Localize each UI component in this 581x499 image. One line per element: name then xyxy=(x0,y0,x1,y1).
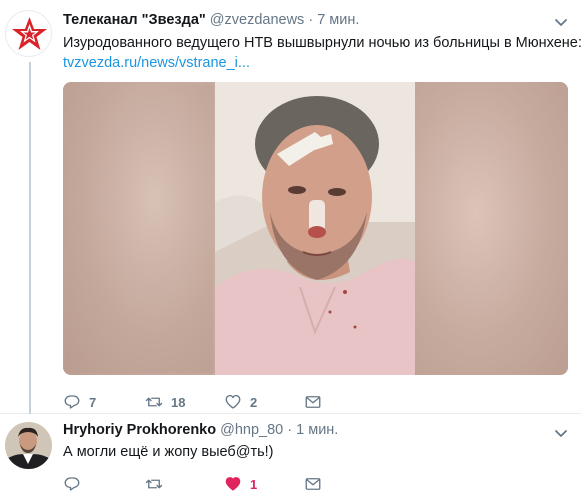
reply-button[interactable] xyxy=(63,473,81,495)
retweet-button[interactable]: 18 xyxy=(145,391,185,413)
reply-icon xyxy=(64,477,80,491)
tweet2-text: А могли ещё и жопу выеб@ть!) xyxy=(63,444,274,460)
retweet-count: 18 xyxy=(171,394,186,410)
author-handle[interactable]: @zvezdanews xyxy=(210,12,305,28)
heart-filled-icon xyxy=(225,477,241,491)
person-photo-icon xyxy=(5,422,52,469)
retweet-icon xyxy=(145,397,163,407)
tweet-actions: 7 18 2 xyxy=(63,391,363,413)
author-name[interactable]: Телеканал "Звезда" xyxy=(63,12,206,28)
photo-injured-man xyxy=(215,82,415,375)
envelope-icon xyxy=(305,478,321,490)
tweet-zvezda[interactable]: Телеканал "Звезда" @zvezdanews · 7 мин. … xyxy=(0,0,581,414)
author-name[interactable]: Hryhoriy Prokhorenko xyxy=(63,422,216,438)
tweet-header: Телеканал "Звезда" @zvezdanews · 7 мин. xyxy=(63,12,359,32)
thread-line xyxy=(29,62,31,414)
media-blur-right xyxy=(415,82,568,375)
separator: · xyxy=(287,422,293,438)
media-blur-left xyxy=(63,82,215,375)
timestamp[interactable]: 7 мин. xyxy=(317,12,359,28)
author-handle[interactable]: @hnp_80 xyxy=(220,422,283,438)
like-button-liked[interactable]: 1 xyxy=(224,473,257,495)
direct-message-button[interactable] xyxy=(304,473,322,495)
envelope-icon xyxy=(305,396,321,408)
prokhorenko-avatar[interactable] xyxy=(5,422,52,469)
reply-button[interactable]: 7 xyxy=(63,391,96,413)
direct-message-button[interactable] xyxy=(304,391,322,413)
like-count: 1 xyxy=(250,476,258,492)
tweet-text: Изуродованного ведущего НТВ вышвырнули н… xyxy=(63,35,581,51)
heart-icon xyxy=(225,394,241,409)
chevron-down-icon[interactable] xyxy=(553,14,569,30)
tweet-media-image[interactable] xyxy=(63,82,568,375)
like-button[interactable]: 2 xyxy=(224,391,257,413)
retweet-icon xyxy=(145,479,163,489)
retweet-button[interactable] xyxy=(145,473,163,495)
separator: · xyxy=(308,12,314,28)
zvezda-logo-icon xyxy=(12,17,47,50)
timestamp[interactable]: 1 мин. xyxy=(296,422,338,438)
reply-icon xyxy=(64,395,80,409)
tweet-link[interactable]: tvzvezda.ru/news/vstrane_i... xyxy=(63,53,250,73)
zvezda-avatar[interactable] xyxy=(5,10,52,57)
like-count: 2 xyxy=(250,394,258,410)
reply-count: 7 xyxy=(89,394,97,410)
tweet2-header: Hryhoriy Prokhorenko @hnp_80 · 1 мин. xyxy=(63,422,338,442)
chevron-down-icon[interactable] xyxy=(553,425,569,441)
tweet2-actions: 1 xyxy=(63,473,363,495)
